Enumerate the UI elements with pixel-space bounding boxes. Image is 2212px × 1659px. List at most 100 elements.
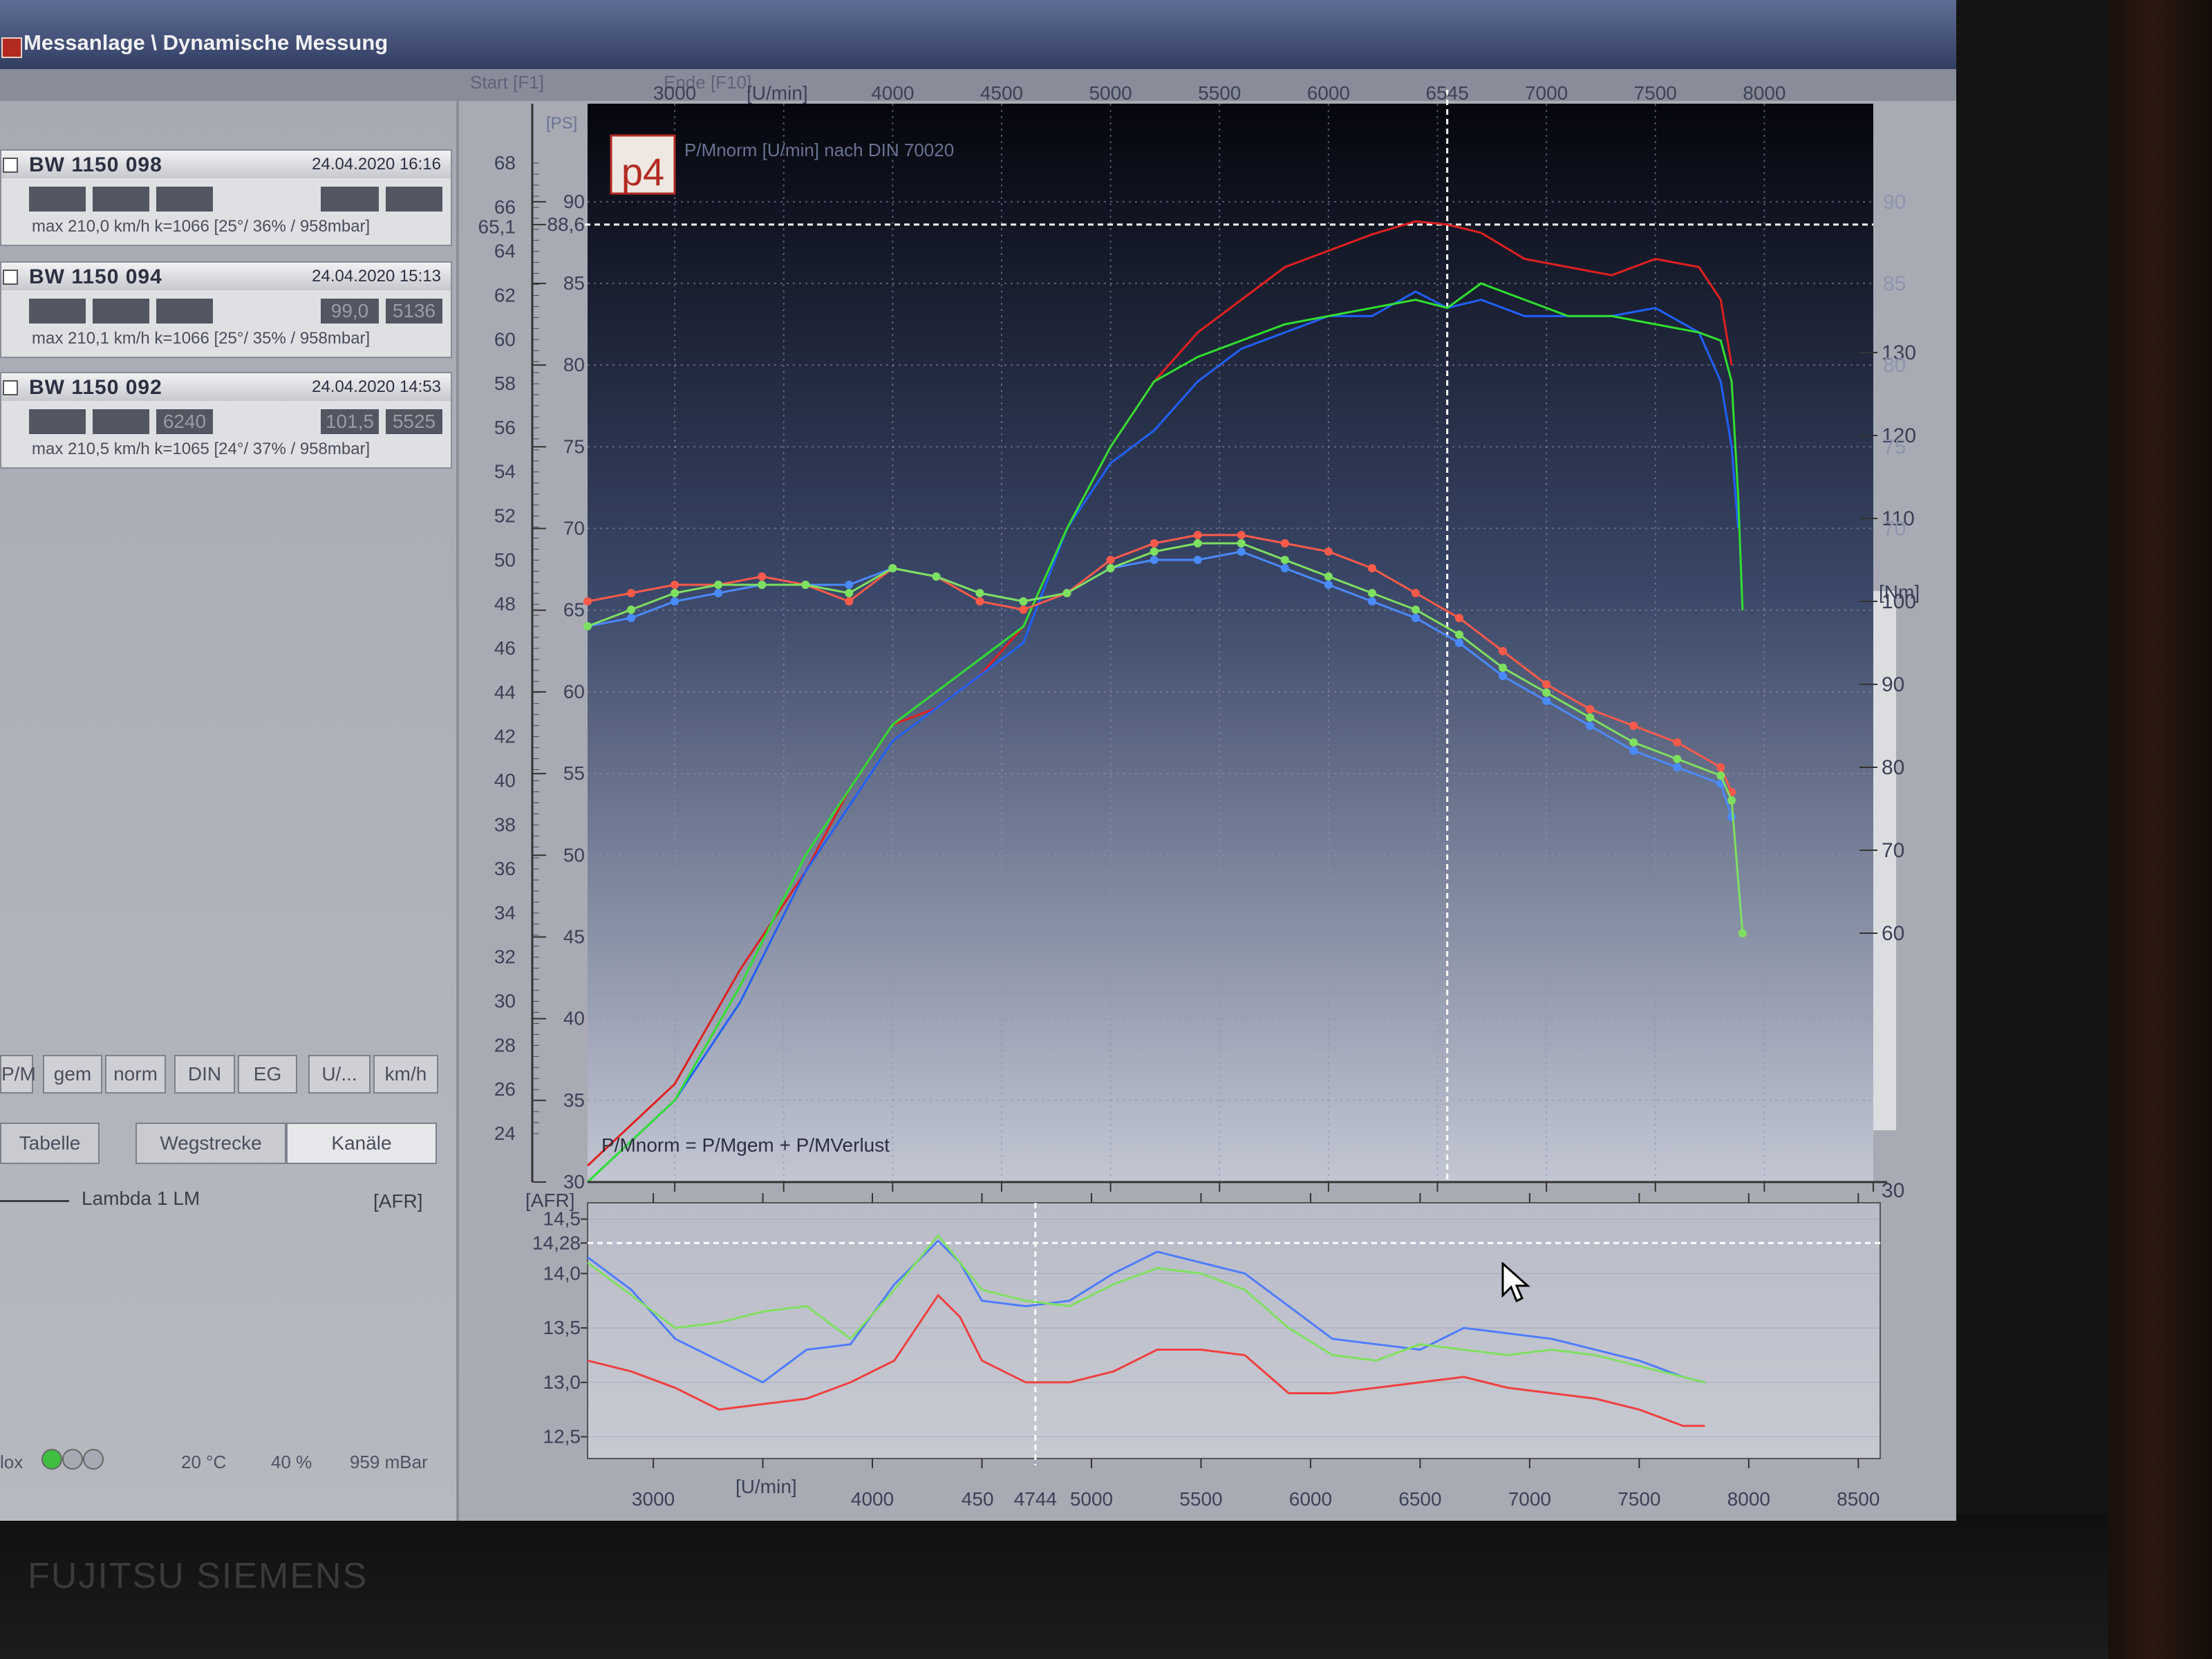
- ps-axis-tick-label: 42: [494, 726, 516, 747]
- chart-footnote: P/Mnorm = P/Mgem + P/MVerlust: [601, 1134, 890, 1156]
- ps-axis-tick-label: 26: [494, 1078, 516, 1100]
- ps-axis-tick-label: 60: [494, 328, 516, 350]
- torque-axis-tick-label: 90: [1882, 673, 1904, 696]
- power-axis-tick-label: 65: [563, 599, 585, 621]
- torque-data-point: [627, 606, 636, 614]
- right-power-tick-label: 75: [1883, 435, 1906, 458]
- torque-data-point: [1411, 606, 1420, 614]
- torque-data-point: [1499, 664, 1508, 672]
- torque-data-point: [888, 564, 897, 572]
- main-x-tick-label: 6545: [1426, 82, 1469, 104]
- afr-x-tick-label: 5000: [1070, 1488, 1113, 1510]
- torque-data-point: [1193, 556, 1202, 564]
- main-x-tick-label: 5500: [1198, 82, 1241, 104]
- torque-data-point: [1629, 738, 1638, 747]
- torque-data-point: [1193, 531, 1202, 539]
- ps-axis-tick-label: 64: [494, 241, 516, 262]
- power-axis-tick-label: 50: [563, 844, 585, 865]
- torque-data-point: [1280, 564, 1289, 572]
- torque-data-point: [1716, 763, 1725, 771]
- main-x-tick-label: 7500: [1634, 82, 1677, 104]
- ps-axis-tick-label: 62: [494, 284, 516, 306]
- torque-data-point: [1237, 531, 1246, 539]
- torque-data-point: [1455, 614, 1464, 622]
- main-x-tick-label: 4500: [980, 82, 1023, 104]
- afr-x-tick-label: 6000: [1289, 1488, 1332, 1510]
- afr-y-tick-label: 14,28: [532, 1232, 581, 1253]
- ps-axis-tick-label: 44: [494, 682, 516, 703]
- torque-data-point: [1586, 722, 1595, 730]
- torque-data-point: [1673, 755, 1682, 763]
- main-x-tick-label: 7000: [1525, 82, 1568, 104]
- afr-x-tick-label: 3000: [632, 1488, 675, 1510]
- ps-axis-tick-label: 24: [494, 1123, 516, 1144]
- torque-data-point: [627, 614, 636, 622]
- chart-title: P/Mnorm [U/min] nach DIN 70020: [684, 140, 954, 160]
- torque-data-point: [1542, 697, 1551, 705]
- torque-data-point: [1411, 614, 1420, 622]
- main-x-tick-label: 6000: [1307, 82, 1350, 104]
- power-axis-tick-label: 40: [563, 1008, 585, 1029]
- ps-axis-tick-label: 50: [494, 549, 516, 570]
- torque-data-point: [1324, 581, 1333, 589]
- ps-axis-tick-label: 46: [494, 637, 516, 659]
- torque-data-point: [583, 622, 592, 630]
- torque-data-point: [845, 589, 854, 597]
- afr-y-tick-label: 14,0: [543, 1262, 581, 1284]
- torque-axis-tick-label: 30: [1882, 1179, 1904, 1202]
- torque-data-point: [845, 581, 854, 589]
- torque-data-point: [1738, 929, 1747, 937]
- ps-axis-tick-label: 34: [494, 902, 516, 924]
- torque-data-point: [714, 581, 723, 589]
- torque-data-point: [1019, 597, 1028, 606]
- torque-data-point: [1727, 796, 1736, 805]
- afr-x-unit: [U/min]: [735, 1476, 797, 1497]
- afr-x-tick-label: 450: [962, 1488, 994, 1510]
- afr-x-tick-label: 4744: [1014, 1488, 1057, 1510]
- nm-unit: [Nm]: [1879, 581, 1920, 603]
- torque-data-point: [1455, 639, 1464, 647]
- power-axis-tick-label: 80: [563, 354, 585, 375]
- afr-x-tick-label: 7000: [1508, 1488, 1551, 1510]
- ps-axis-tick-label: 66: [494, 196, 516, 218]
- power-axis-tick-label: 85: [563, 272, 585, 294]
- main-x-tick-label: 4000: [871, 82, 914, 104]
- torque-data-point: [1499, 647, 1508, 655]
- torque-axis-tick-label: 80: [1882, 756, 1904, 779]
- torque-data-point: [1062, 589, 1071, 597]
- torque-data-point: [1324, 547, 1333, 556]
- torque-data-point: [1629, 747, 1638, 755]
- torque-data-point: [1237, 547, 1246, 556]
- ps-axis-tick-label: 38: [494, 814, 516, 835]
- afr-x-tick-label: 6500: [1398, 1488, 1441, 1510]
- torque-data-point: [845, 597, 854, 606]
- torque-data-point: [1455, 630, 1464, 639]
- power-axis-tick-label: 55: [563, 762, 585, 784]
- power-torque-chart: 3000 4000 4500 5000 5500 6000 6545 7000 7500 8000…: [478, 82, 1920, 1510]
- afr-y-tick-label: 13,0: [543, 1371, 581, 1393]
- torque-data-point: [1367, 564, 1376, 572]
- torque-data-point: [1237, 539, 1246, 547]
- app-window: Messanlage \ Dynamische Messung Start [F…: [0, 0, 1956, 1521]
- afr-unit: [AFR]: [525, 1190, 575, 1211]
- plot-area-main: [588, 104, 1873, 1182]
- torque-data-point: [1150, 556, 1159, 564]
- torque-data-point: [1106, 556, 1115, 564]
- main-x-unit: [U/min]: [747, 82, 808, 104]
- main-ps-unit: [PS]: [546, 114, 577, 133]
- torque-data-point: [1727, 813, 1736, 821]
- torque-data-point: [1673, 738, 1682, 747]
- power-axis-tick-label: 88,6: [547, 214, 585, 235]
- torque-data-point: [1324, 572, 1333, 581]
- power-axis-tick-label: 45: [563, 926, 585, 947]
- torque-data-point: [1106, 564, 1115, 572]
- afr-x-tick-label: 5500: [1179, 1488, 1222, 1510]
- torque-data-point: [1716, 771, 1725, 780]
- torque-data-point: [1019, 606, 1028, 614]
- ps-axis-tick-label: 52: [494, 505, 516, 527]
- torque-data-point: [1586, 705, 1595, 713]
- torque-data-point: [1367, 597, 1376, 606]
- power-axis-tick-label: 60: [563, 681, 585, 702]
- torque-data-point: [1499, 672, 1508, 680]
- torque-data-point: [671, 581, 679, 589]
